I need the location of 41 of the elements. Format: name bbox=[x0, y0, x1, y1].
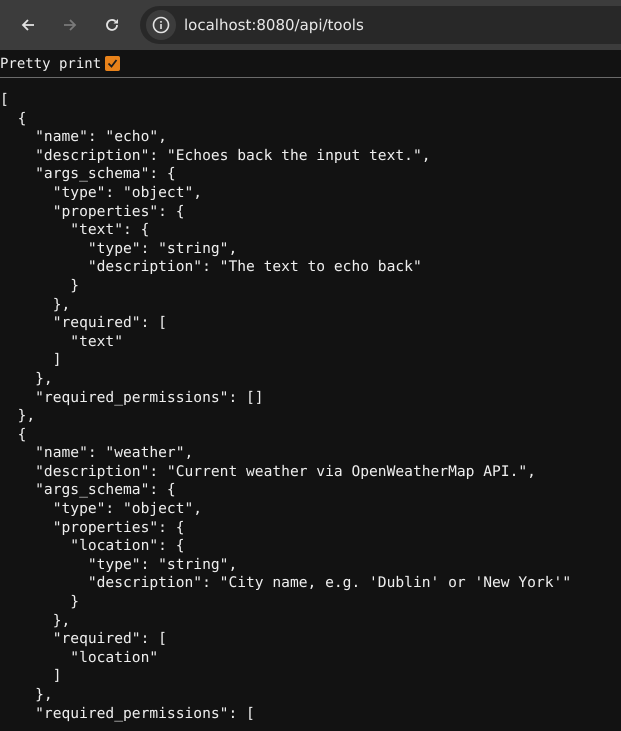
json-line: }, bbox=[34, 686, 53, 703]
json-line: "required_permissions": [ bbox=[34, 704, 255, 722]
json-line: { bbox=[16, 110, 26, 127]
json-line: }, bbox=[52, 612, 70, 629]
json-line: }, bbox=[16, 407, 36, 424]
json-line: } bbox=[69, 276, 80, 294]
json-line: "type": "string", bbox=[86, 240, 238, 257]
json-line: }, bbox=[52, 296, 70, 313]
json-line: ] bbox=[52, 351, 62, 368]
json-line: [ bbox=[0, 91, 9, 108]
address-bar[interactable]: localhost:8080/api/tools bbox=[140, 6, 621, 44]
json-line: "description": "Echoes back the input text.", bbox=[34, 146, 431, 164]
json-line: }, bbox=[34, 370, 53, 387]
json-line: "required": [ bbox=[52, 314, 167, 332]
json-line: "args_schema": { bbox=[34, 481, 176, 498]
json-line: { bbox=[16, 426, 26, 443]
json-line: "text" bbox=[69, 332, 124, 350]
url-text: localhost:8080/api/tools bbox=[184, 16, 364, 34]
json-line: "required": [ bbox=[52, 630, 167, 648]
json-line: "description": "City name, e.g. 'Dublin' or 'New York'" bbox=[86, 574, 572, 592]
json-line: } bbox=[69, 593, 80, 610]
json-line: "name": "weather", bbox=[34, 444, 194, 462]
json-line: "description": "The text to echo back" bbox=[86, 258, 422, 276]
json-line: "location": { bbox=[69, 537, 185, 554]
json-line: "properties": { bbox=[52, 518, 185, 536]
json-line: "description": "Current weather via OpenWeatherMap API.", bbox=[34, 462, 536, 480]
json-line: ] bbox=[52, 667, 62, 684]
json-line: "properties": { bbox=[52, 202, 185, 220]
pretty-print-label: Pretty print bbox=[0, 56, 102, 72]
json-line: "text": { bbox=[69, 221, 150, 238]
json-line: "args_schema": { bbox=[34, 165, 176, 182]
pretty-print-checkbox[interactable] bbox=[105, 56, 120, 71]
info-icon[interactable] bbox=[152, 16, 170, 34]
reload-icon[interactable] bbox=[104, 17, 120, 33]
json-line: "type": "object", bbox=[52, 500, 202, 518]
json-line: "required_permissions": [] bbox=[34, 388, 264, 406]
json-line: "type": "string", bbox=[86, 556, 238, 573]
back-icon[interactable] bbox=[20, 17, 36, 33]
json-line: "name": "echo", bbox=[34, 128, 167, 146]
json-line: "type": "object", bbox=[52, 184, 202, 201]
json-line: "location" bbox=[69, 648, 158, 666]
